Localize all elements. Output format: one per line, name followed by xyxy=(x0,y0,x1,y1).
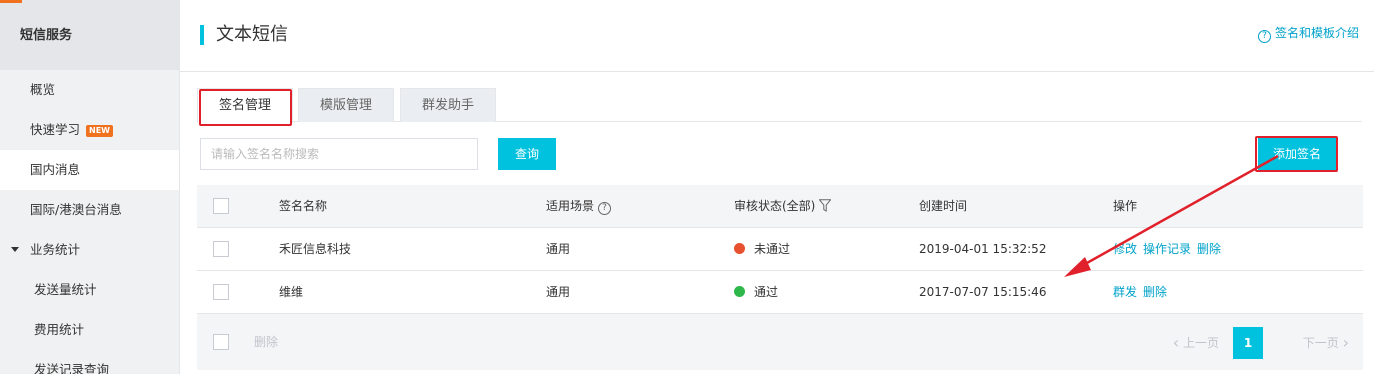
status-dot-icon xyxy=(734,243,745,254)
sidebar-item-domestic[interactable]: 国内消息 xyxy=(0,150,179,190)
signature-created: 2019-04-01 15:32:52 xyxy=(919,242,1047,256)
signature-table: 签名名称 适用场景? 审核状态(全部) 创建时间 操作 禾匠信息科技 通用 未通… xyxy=(197,185,1363,370)
row-checkbox[interactable] xyxy=(213,241,229,257)
status-dot-icon xyxy=(734,286,745,297)
page-title: 文本短信 xyxy=(216,24,288,45)
delete-link[interactable]: 删除 xyxy=(1197,242,1221,256)
sidebar-section-title[interactable]: 短信服务 xyxy=(0,0,179,70)
signature-scene: 通用 xyxy=(546,242,571,256)
sidebar-item-label: 费用统计 xyxy=(34,322,85,337)
sidebar-item-label: 发送量统计 xyxy=(34,282,97,297)
help-icon: ? xyxy=(1257,30,1271,43)
filter-icon[interactable] xyxy=(819,199,832,212)
page-header: 文本短信 ? 签名和模板介绍 xyxy=(180,0,1374,72)
column-header-ops: 操作 xyxy=(1113,199,1138,213)
sidebar-item-send-records[interactable]: 发送记录查询 xyxy=(0,350,179,374)
bulk-send-link[interactable]: 群发 xyxy=(1113,285,1137,299)
table-header-row: 签名名称 适用场景? 审核状态(全部) 创建时间 操作 xyxy=(197,185,1363,228)
signature-created: 2017-07-07 15:15:46 xyxy=(919,285,1047,299)
column-header-name: 签名名称 xyxy=(279,199,328,213)
status-label: 通过 xyxy=(754,285,779,299)
sidebar: 短信服务 概览 快速学习 NEW 国内消息 国际/港澳台消息 业务统计 发送量统计… xyxy=(0,0,180,374)
chevron-right-icon: › xyxy=(1342,333,1349,352)
sidebar-item-label: 概览 xyxy=(30,82,56,97)
batch-delete-button[interactable]: 删除 xyxy=(254,314,278,370)
tab-bar: 签名管理 模版管理 群发助手 xyxy=(197,88,1362,123)
signature-name: 禾匠信息科技 xyxy=(279,242,352,256)
edit-link[interactable]: 修改 xyxy=(1113,242,1137,256)
sidebar-item-label: 国际/港澳台消息 xyxy=(30,202,122,217)
select-all-checkbox[interactable] xyxy=(213,198,229,214)
operation-log-link[interactable]: 操作记录 xyxy=(1143,242,1191,256)
tab-signature-management[interactable]: 签名管理 xyxy=(197,88,293,123)
row-actions: 群发 删除 xyxy=(1113,271,1173,314)
chevron-left-icon: ‹ xyxy=(1172,333,1180,352)
sidebar-item-international[interactable]: 国际/港澳台消息 xyxy=(0,190,179,230)
sidebar-item-label: 发送记录查询 xyxy=(34,362,110,374)
question-icon[interactable]: ? xyxy=(598,202,612,215)
sidebar-item-business-stats[interactable]: 业务统计 xyxy=(0,230,179,270)
new-badge: NEW xyxy=(86,125,113,137)
column-header-status-label: 审核状态(全部) xyxy=(734,199,816,213)
sidebar-item-quick-learn[interactable]: 快速学习 NEW xyxy=(0,110,179,150)
column-header-scene-label: 适用场景 xyxy=(546,199,595,213)
signature-status: 通过 xyxy=(734,271,778,314)
status-label: 未通过 xyxy=(754,242,791,256)
table-footer: 删除 ‹ 上一页 1 下一页 › xyxy=(197,314,1363,370)
help-link[interactable]: ? 签名和模板介绍 xyxy=(1257,26,1359,43)
help-link-label: 签名和模板介绍 xyxy=(1274,26,1359,40)
sidebar-item-overview[interactable]: 概览 xyxy=(0,70,179,110)
table-row: 禾匠信息科技 通用 未通过 2019-04-01 15:32:52 修改 操作记录… xyxy=(197,228,1363,271)
prev-page-label: 上一页 xyxy=(1182,336,1219,350)
sidebar-item-label: 国内消息 xyxy=(30,162,81,177)
delete-link[interactable]: 删除 xyxy=(1143,285,1167,299)
title-accent-bar xyxy=(200,25,204,45)
signature-name: 维维 xyxy=(279,285,304,299)
signature-status: 未通过 xyxy=(734,228,790,271)
footer-select-all-checkbox[interactable] xyxy=(213,334,229,350)
sidebar-item-cost-stats[interactable]: 费用统计 xyxy=(0,310,179,350)
caret-down-icon xyxy=(11,247,19,252)
sidebar-item-send-volume[interactable]: 发送量统计 xyxy=(0,270,179,310)
sidebar-item-label: 快速学习 xyxy=(30,122,81,137)
column-header-status[interactable]: 审核状态(全部) xyxy=(734,185,832,228)
column-header-created: 创建时间 xyxy=(919,199,968,213)
add-signature-button[interactable]: 添加签名 xyxy=(1258,138,1336,170)
pagination: ‹ 上一页 1 下一页 › xyxy=(1149,327,1349,359)
column-header-scene: 适用场景? xyxy=(546,185,612,228)
sidebar-top-accent xyxy=(0,0,22,3)
tab-bulk-assistant[interactable]: 群发助手 xyxy=(400,88,496,122)
signature-scene: 通用 xyxy=(546,285,571,299)
table-row: 维维 通用 通过 2017-07-07 15:15:46 群发 删除 xyxy=(197,271,1363,314)
signature-search-input[interactable] xyxy=(200,138,478,170)
next-page-label: 下一页 xyxy=(1302,336,1339,350)
query-button[interactable]: 查询 xyxy=(498,138,556,170)
row-checkbox[interactable] xyxy=(213,284,229,300)
tab-template-management[interactable]: 模版管理 xyxy=(298,88,394,122)
next-page-button[interactable]: 下一页 › xyxy=(1303,327,1349,359)
row-actions: 修改 操作记录 删除 xyxy=(1113,228,1227,271)
sidebar-item-label: 业务统计 xyxy=(30,242,81,257)
prev-page-button[interactable]: ‹ 上一页 xyxy=(1173,327,1219,359)
page-number-current[interactable]: 1 xyxy=(1233,327,1263,359)
